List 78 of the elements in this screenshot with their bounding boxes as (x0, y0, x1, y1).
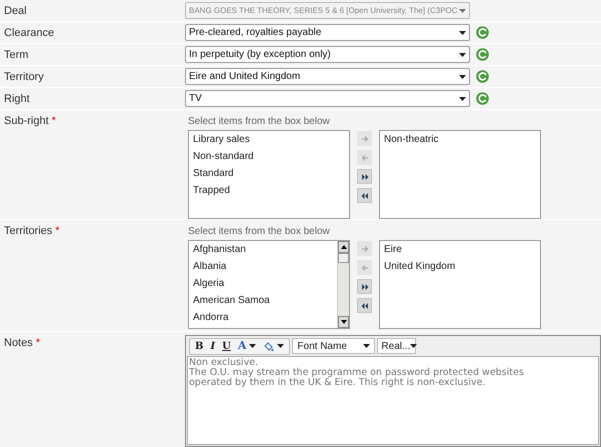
list-item[interactable]: Andorra (193, 312, 337, 324)
right-arrow-icon (360, 172, 368, 180)
chosen-list[interactable]: Non-theatric (379, 130, 541, 219)
hint-text: Select items from the box below (188, 115, 331, 129)
dropdown-field[interactable]: Eire and United Kingdom (185, 68, 470, 85)
font-size-dropdown[interactable]: Real... (377, 338, 416, 354)
left-arrow-icon (360, 154, 368, 162)
transfer-button[interactable] (357, 298, 372, 313)
dropdown-value: In perpetuity (by exception only) (189, 48, 331, 62)
field-label: Term (4, 48, 28, 63)
chosen-list[interactable]: Eire United Kingdom (379, 240, 541, 329)
left-arrow-icon (360, 264, 368, 272)
left-arrow-icon (360, 192, 368, 200)
dropdown-caret-icon (249, 344, 256, 348)
dropdown-value: BANG GOES THE THEORY, SERIES 5 & 6 [Open University, The] (C3POC (189, 4, 458, 16)
field-label: Clearance (4, 26, 54, 41)
refresh-icon[interactable] (476, 92, 489, 105)
dropdown-caret-icon (410, 344, 418, 348)
list-item[interactable]: Algeria (193, 278, 337, 290)
dropdown-caret-icon (459, 96, 466, 100)
dropdown-caret-icon (363, 344, 370, 348)
dropdown-value: Eire and United Kingdom (189, 70, 300, 84)
field-label: Territory (4, 70, 44, 85)
transfer-button[interactable] (357, 188, 372, 203)
transfer-button[interactable] (357, 279, 372, 294)
dropdown-caret-icon (459, 8, 466, 12)
field-label: Territories (4, 224, 52, 239)
available-list[interactable]: Afghanistan Albania Algeria American Samoa Andorra (188, 240, 350, 329)
required-asterisk: * (55, 224, 60, 239)
notes-text-area[interactable]: Non exclusive. The O.U. may stream the programme on password protected websites operated by them in the UK & Eire. This right is non-exclusive. (187, 356, 599, 445)
refresh-icon[interactable] (476, 26, 489, 39)
dropdown-caret-icon (459, 30, 466, 34)
underline-button[interactable]: U (222, 338, 231, 354)
scroll-thumb[interactable] (338, 253, 349, 263)
refresh-icon[interactable] (476, 48, 489, 61)
italic-button[interactable]: I (210, 338, 216, 354)
list-item[interactable]: American Samoa (193, 295, 337, 307)
bold-button[interactable]: B (195, 338, 204, 354)
list-item[interactable]: Non-standard (193, 151, 349, 163)
dropdown-value: TV (189, 92, 202, 106)
scrollbar[interactable] (337, 241, 349, 328)
list-item[interactable]: Trapped (193, 185, 349, 197)
hint-text: Select items from the box below (188, 225, 331, 239)
required-asterisk: * (36, 336, 40, 351)
available-list[interactable]: Library sales Non-standard Standard Trapped (188, 130, 350, 219)
scroll-down-icon[interactable] (340, 320, 346, 324)
right-arrow-icon (360, 282, 368, 290)
dropdown-caret-icon (459, 52, 466, 56)
list-item[interactable]: Albania (193, 261, 337, 273)
field-label: Right (4, 92, 30, 107)
refresh-icon[interactable] (476, 70, 489, 83)
list-item[interactable]: Standard (193, 168, 349, 180)
dropdown-value: Pre-cleared, royalties payable (189, 26, 322, 40)
paint-bucket-icon (263, 340, 274, 352)
dropdown-field[interactable]: In perpetuity (by exception only) (185, 46, 470, 63)
required-asterisk: * (52, 114, 56, 129)
field-label: Deal (4, 4, 27, 19)
list-item[interactable]: Afghanistan (193, 244, 337, 256)
dropdown-caret-icon (459, 74, 466, 78)
list-item[interactable]: Eire (384, 244, 540, 256)
dropdown-caret-icon (277, 344, 284, 348)
notes-paragraph: Non exclusive. (189, 358, 260, 368)
font-color-button[interactable]: A (238, 338, 256, 354)
field-label: Sub-right (4, 114, 49, 129)
highlight-color-button[interactable] (263, 340, 284, 352)
notes-paragraph: The O.U. may stream the programme on password protected websites operated by them in the UK & Eire. This right is non-exclusive. (189, 368, 525, 388)
transfer-button[interactable] (357, 169, 372, 184)
scroll-up-icon[interactable] (340, 245, 346, 249)
right-arrow-icon (360, 244, 368, 252)
dropdown-field[interactable]: Pre-cleared, royalties payable (185, 24, 470, 41)
font-name-dropdown[interactable]: Font Name (292, 338, 376, 354)
dropdown-field[interactable]: TV (185, 90, 470, 107)
list-item[interactable]: Library sales (193, 134, 349, 146)
field-label: Notes (4, 336, 33, 351)
list-item[interactable]: United Kingdom (384, 261, 540, 273)
list-item[interactable]: Non-theatric (384, 134, 540, 146)
right-arrow-icon (360, 134, 368, 142)
left-arrow-icon (360, 302, 368, 310)
